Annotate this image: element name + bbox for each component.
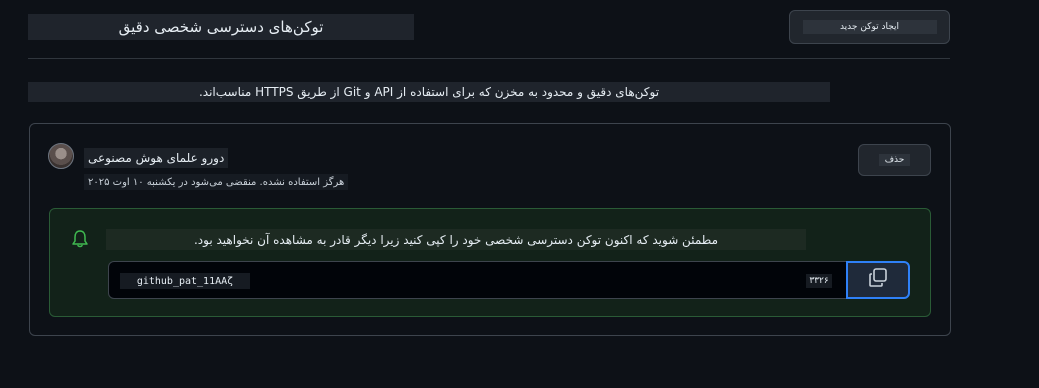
copy-icon xyxy=(867,267,889,293)
generate-new-token-label: ایجاد توکن جدید xyxy=(802,20,937,34)
header-divider xyxy=(28,58,950,59)
token-name-text: دورو علمای هوش مصنوعی xyxy=(88,151,225,165)
token-meta: هرگز استفاده نشده. منقضی می‌شود در یکشنب… xyxy=(84,174,349,190)
token-meta-text: هرگز استفاده نشده. منقضی می‌شود در یکشنب… xyxy=(88,176,345,188)
page-description-text: توکن‌های دقیق و محدود به مخزن که برای اس… xyxy=(198,85,660,99)
copy-notice: مطمئن شوید که اکنون توکن دسترسی شخصی خود… xyxy=(106,229,806,250)
delete-token-label: حذف xyxy=(878,154,911,166)
generate-new-token-button[interactable]: ایجاد توکن جدید xyxy=(789,10,950,44)
token-value-tail: ۳۳۲۶ xyxy=(806,274,832,288)
token-name[interactable]: دورو علمای هوش مصنوعی xyxy=(84,148,229,168)
copy-token-button[interactable] xyxy=(846,261,910,299)
bell-icon xyxy=(70,229,90,249)
page-description: توکن‌های دقیق و محدود به مخزن که برای اس… xyxy=(28,82,830,102)
delete-token-button[interactable]: حذف xyxy=(858,144,931,176)
page-title-text: توکن‌های دسترسی شخصی دقیق xyxy=(118,18,324,36)
token-value: github_pat_11ΑΑζ xyxy=(120,273,250,289)
page-title: توکن‌های دسترسی شخصی دقیق xyxy=(28,14,414,40)
copy-notice-text: مطمئن شوید که اکنون توکن دسترسی شخصی خود… xyxy=(193,232,719,247)
avatar xyxy=(48,143,74,169)
